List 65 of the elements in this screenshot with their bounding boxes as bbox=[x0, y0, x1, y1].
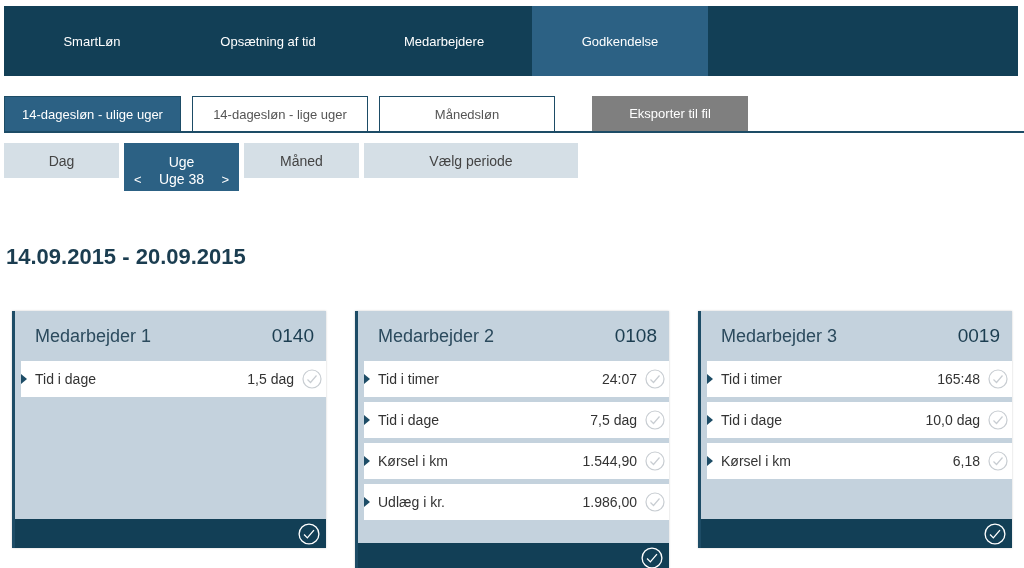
entry-label: Tid i dage bbox=[721, 412, 783, 428]
nav-tab[interactable]: Medarbejdere bbox=[356, 6, 532, 76]
entry-label: Tid i timer bbox=[721, 371, 783, 387]
approve-icon[interactable] bbox=[988, 410, 1008, 430]
entry-label: Kørsel i km bbox=[721, 453, 792, 469]
entry-row[interactable]: Tid i dage 1,5 dag bbox=[21, 361, 326, 397]
entry-row[interactable]: Kørsel i km 1.544,90 bbox=[364, 443, 669, 479]
entry-value: 24:07 bbox=[601, 371, 637, 387]
entry-row[interactable]: Tid i timer 165:48 bbox=[707, 361, 1012, 397]
employee-name: Medarbejder 3 bbox=[721, 325, 838, 347]
prev-button[interactable]: < bbox=[132, 171, 144, 187]
approve-icon[interactable] bbox=[645, 410, 665, 430]
triangle-icon bbox=[364, 415, 370, 425]
period-title: 14.09.2015 - 20.09.2015 bbox=[6, 245, 247, 269]
approve-icon[interactable] bbox=[302, 369, 322, 389]
entry-row[interactable]: Tid i dage 7,5 dag bbox=[364, 402, 669, 438]
entry-label: Tid i dage bbox=[35, 371, 97, 387]
approve-icon[interactable] bbox=[988, 369, 1008, 389]
entry-value: 10,0 dag bbox=[925, 412, 980, 428]
entry-label: Udlæg i kr. bbox=[378, 494, 446, 510]
next-button[interactable]: > bbox=[219, 171, 231, 187]
entry-value: 1,5 dag bbox=[247, 371, 294, 387]
employee-name: Medarbejder 1 bbox=[35, 325, 152, 347]
triangle-icon bbox=[707, 456, 713, 466]
entry-value: 7,5 dag bbox=[590, 412, 637, 428]
nav-tab[interactable]: Godkendelse bbox=[532, 6, 708, 76]
period-tab[interactable]: Måned bbox=[244, 143, 359, 178]
entry-row[interactable]: Tid i dage 10,0 dag bbox=[707, 402, 1012, 438]
entry-label: Tid i dage bbox=[378, 412, 440, 428]
entry-value: 165:48 bbox=[937, 371, 980, 387]
period-tab[interactable]: Uge < Uge 38 > bbox=[124, 143, 239, 191]
entry-row[interactable]: Kørsel i km 6,18 bbox=[707, 443, 1012, 479]
nav-tab[interactable]: Opsætning af tid bbox=[180, 6, 356, 76]
approve-icon[interactable] bbox=[645, 492, 665, 512]
pay-tab[interactable]: 14-dagesløn - ulige uger bbox=[4, 96, 181, 131]
entry-value: 6,18 bbox=[952, 453, 980, 469]
triangle-icon bbox=[707, 374, 713, 384]
entry-label: Kørsel i km bbox=[378, 453, 449, 469]
triangle-icon bbox=[707, 415, 713, 425]
pay-tab[interactable]: 14-dagesløn - lige uger bbox=[192, 96, 368, 131]
approve-icon[interactable] bbox=[988, 451, 1008, 471]
week-label: Uge 38 bbox=[158, 171, 205, 187]
entry-label: Tid i timer bbox=[378, 371, 440, 387]
pay-tab[interactable]: Månedsløn bbox=[379, 96, 555, 131]
export-button[interactable]: Eksporter til fil bbox=[592, 96, 748, 131]
approve-all-icon[interactable] bbox=[298, 522, 320, 545]
employee-number: 0108 bbox=[614, 325, 657, 347]
approve-all-icon[interactable] bbox=[984, 522, 1006, 545]
employee-number: 0140 bbox=[271, 325, 314, 347]
entry-row[interactable]: Tid i timer 24:07 bbox=[364, 361, 669, 397]
entry-value: 1.986,00 bbox=[582, 494, 637, 510]
entry-row[interactable]: Udlæg i kr. 1.986,00 bbox=[364, 484, 669, 520]
nav-tab[interactable]: SmartLøn bbox=[4, 6, 180, 76]
triangle-icon bbox=[21, 374, 27, 384]
approve-icon[interactable] bbox=[645, 451, 665, 471]
entry-value: 1.544,90 bbox=[582, 453, 637, 469]
period-tab[interactable]: Vælg periode bbox=[364, 143, 578, 178]
triangle-icon bbox=[364, 456, 370, 466]
triangle-icon bbox=[364, 497, 370, 507]
approve-icon[interactable] bbox=[645, 369, 665, 389]
approve-all-icon[interactable] bbox=[641, 546, 663, 568]
employee-number: 0019 bbox=[957, 325, 1000, 347]
employee-name: Medarbejder 2 bbox=[378, 325, 495, 347]
period-tab[interactable]: Dag bbox=[4, 143, 119, 178]
triangle-icon bbox=[364, 374, 370, 384]
